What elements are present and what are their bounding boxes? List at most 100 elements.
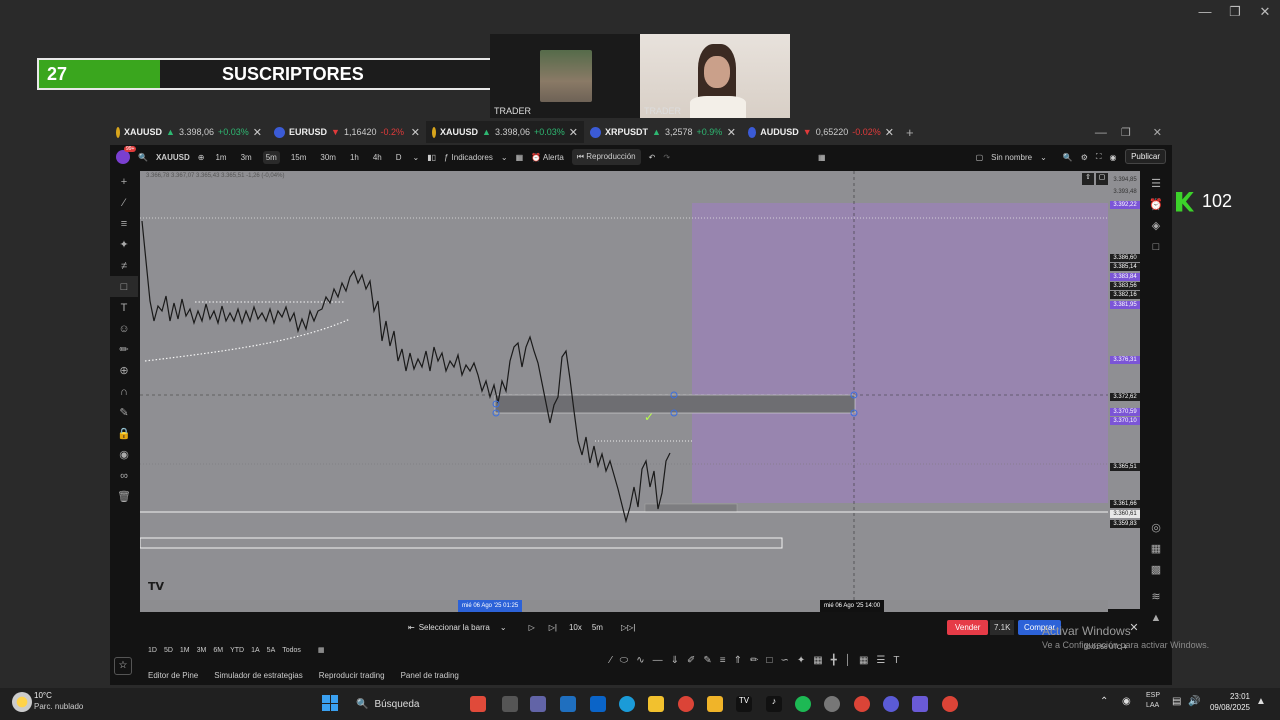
chevron-down-icon[interactable]: ⌄ (501, 153, 508, 162)
language-indicator[interactable]: ESP (1146, 692, 1160, 699)
select-bar-icon[interactable]: ⇤ (408, 623, 415, 632)
chevron-down-icon[interactable]: ⌄ (413, 153, 420, 162)
restore-icon[interactable]: ❐ (1121, 126, 1153, 139)
notification-bell-icon[interactable]: ▲ (1256, 696, 1266, 707)
scroll-up-icon[interactable]: ⇧ (1082, 173, 1094, 185)
pattern-icon[interactable]: ✦ (110, 234, 138, 255)
calendar-icon[interactable]: ▦ (1140, 538, 1172, 559)
restore-icon[interactable]: ❐ (1220, 4, 1250, 20)
close-replay-icon[interactable]: ✕ (1129, 621, 1138, 634)
edge-icon[interactable] (619, 696, 635, 712)
layout-grid-icon[interactable]: ▦ (818, 153, 826, 162)
tab-xauusd-1[interactable]: XAUUSD ▲ 3.398,06 +0.03% ✕ (110, 121, 268, 143)
tab-xrpusdt[interactable]: XRPUSDT ▲ 3,2578 +0.9% ✕ (584, 121, 742, 143)
range-1d[interactable]: 1D (148, 647, 157, 654)
layout-icon[interactable]: ▢ (976, 153, 984, 162)
close-icon[interactable]: ✕ (1153, 126, 1172, 139)
tiktok-icon[interactable]: ♪ (766, 696, 782, 712)
fib-icon[interactable]: ≡ (110, 213, 138, 234)
close-icon[interactable]: ✕ (727, 126, 736, 139)
tradingview-icon[interactable]: TV (736, 696, 752, 712)
windows-start-icon[interactable] (322, 695, 338, 711)
mic-icon[interactable]: ◉ (1122, 696, 1131, 707)
range-1a[interactable]: 1A (251, 647, 260, 654)
replay-button[interactable]: ⏮ Reproducción (571, 149, 641, 165)
eye-icon[interactable]: ◉ (110, 444, 138, 465)
alert-button[interactable]: ⏰ Alerta (531, 153, 564, 162)
chevron-up-icon[interactable]: ⌃ (1100, 696, 1108, 707)
range-ytd[interactable]: YTD (230, 647, 244, 654)
publish-button[interactable]: Publicar (1125, 149, 1166, 164)
outlook-icon[interactable] (590, 696, 606, 712)
teams-icon[interactable] (530, 696, 546, 712)
interval-1h[interactable]: 1h (347, 151, 362, 164)
tab-pine-editor[interactable]: Editor de Pine (148, 671, 198, 680)
store-icon[interactable] (560, 696, 576, 712)
redo-icon[interactable]: ↷ (663, 153, 670, 162)
chrome-profile-icon[interactable] (854, 696, 870, 712)
select-bar-button[interactable]: Seleccionar la barra (419, 623, 490, 632)
range-5a[interactable]: 5A (267, 647, 276, 654)
chrome-icon[interactable] (678, 696, 694, 712)
tab-xauusd-2[interactable]: XAUUSD ▲ 3.398,06 +0.03% ✕ (426, 121, 584, 143)
compare-icon[interactable]: ⊕ (198, 153, 205, 162)
range-5d[interactable]: 5D (164, 647, 173, 654)
price-chart[interactable]: ✓ TV 3.366,78 3.367,07 3.365,43 3.365,51… (139, 171, 1140, 609)
task-view-icon[interactable] (502, 696, 518, 712)
magnet-icon[interactable]: ∩ (110, 381, 138, 402)
step-select[interactable]: 5m (592, 623, 603, 632)
range-todos[interactable]: Todos (282, 647, 301, 654)
chevron-down-icon[interactable]: ⌄ (500, 623, 507, 632)
tab-strategy-tester[interactable]: Simulador de estrategias (214, 671, 303, 680)
interval-3m[interactable]: 3m (238, 151, 255, 164)
sell-button[interactable]: Vender (947, 620, 989, 635)
settings-icon[interactable]: ⚙ (1081, 153, 1088, 162)
new-tab-icon[interactable]: + (906, 125, 914, 140)
close-icon[interactable]: ✕ (1250, 4, 1280, 20)
speed-select[interactable]: 10x (569, 623, 582, 632)
indicators-button[interactable]: ƒ Indicadores (444, 153, 493, 162)
chart-settings-icon[interactable]: ▢ (1096, 173, 1108, 185)
alerts-clock-icon[interactable]: ⏰ (1140, 194, 1172, 215)
jump-to-realtime-icon[interactable]: ▷▷| (621, 623, 635, 632)
range-3m[interactable]: 3M (197, 647, 207, 654)
tab-eurusd[interactable]: EURUSD ▼ 1,16420 -0.2% ✕ (268, 121, 426, 143)
range-6m[interactable]: 6M (213, 647, 223, 654)
time-axis[interactable]: mié 06 Ago '25 01:25 mié 06 Ago '25 14:0… (140, 600, 1108, 612)
apps-icon[interactable]: ▩ (1140, 559, 1172, 580)
fullscreen-icon[interactable]: ⛶ (1096, 152, 1102, 162)
date-range-icon[interactable]: ▦ (318, 646, 325, 654)
chatgpt-icon[interactable] (824, 696, 840, 712)
folder-icon[interactable] (707, 696, 723, 712)
interval-1m[interactable]: 1m (212, 151, 229, 164)
tab-trading-panel[interactable]: Panel de trading (401, 671, 459, 680)
emoji-icon[interactable]: ☺ (110, 318, 138, 339)
weather-icon[interactable] (12, 692, 32, 712)
quick-search-icon[interactable]: 🔍 (1063, 153, 1073, 162)
close-icon[interactable]: ✕ (885, 126, 894, 139)
candles-icon[interactable]: ▮▯ (427, 153, 436, 162)
interval-d[interactable]: D (393, 151, 405, 164)
templates-icon[interactable]: ▦ (516, 153, 524, 162)
close-icon[interactable]: ✕ (411, 126, 420, 139)
range-1m[interactable]: 1M (180, 647, 190, 654)
clock-date[interactable]: 09/08/2025 (1206, 703, 1250, 712)
close-icon[interactable]: ✕ (253, 126, 262, 139)
ruler-icon[interactable]: ✏ (110, 339, 138, 360)
network-icon[interactable]: ▤ (1172, 696, 1181, 707)
tab-replay-trading[interactable]: Reproducir trading (319, 671, 385, 680)
tab-audusd[interactable]: AUDUSD ▼ 0,65220 -0.02% ✕ (742, 121, 900, 143)
notes-icon[interactable] (648, 696, 664, 712)
interval-15m[interactable]: 15m (288, 151, 310, 164)
target-icon[interactable]: ◎ (1140, 517, 1172, 538)
interval-4h[interactable]: 4h (370, 151, 385, 164)
chat-icon[interactable]: □ (1140, 236, 1172, 257)
interval-5m[interactable]: 5m (262, 150, 280, 164)
volume-icon[interactable]: 🔊 (1188, 696, 1200, 707)
undo-icon[interactable]: ↶ (649, 153, 656, 162)
layers-icon[interactable]: ◈ (1140, 215, 1172, 236)
star-icon[interactable]: ☆ (114, 657, 132, 675)
minimize-icon[interactable]: — (1095, 125, 1121, 139)
search-icon[interactable]: 🔍 (138, 153, 148, 162)
trash-icon[interactable]: 🗑 (110, 486, 138, 507)
